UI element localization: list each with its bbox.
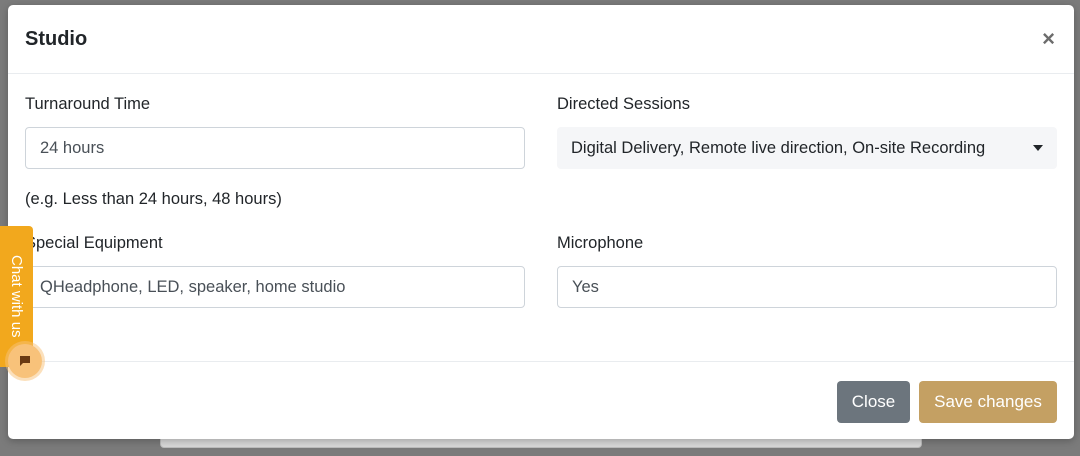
special-equipment-label: Special Equipment xyxy=(25,234,163,252)
special-equipment-input[interactable]: QHeadphone, LED, speaker, home studio xyxy=(25,266,525,308)
modal-body: Turnaround Time 24 hours (e.g. Less than… xyxy=(8,74,1074,361)
save-changes-button[interactable]: Save changes xyxy=(919,381,1057,423)
close-icon[interactable]: × xyxy=(1040,28,1057,50)
turnaround-input[interactable]: 24 hours xyxy=(25,127,525,169)
modal-footer: Close Save changes xyxy=(8,361,1074,439)
turnaround-help-text: (e.g. Less than 24 hours, 48 hours) xyxy=(25,190,282,208)
studio-modal: Studio × Turnaround Time 24 hours (e.g. … xyxy=(8,5,1074,439)
directed-sessions-select[interactable]: Digital Delivery, Remote live direction,… xyxy=(557,127,1057,169)
modal-header: Studio × xyxy=(8,5,1074,74)
modal-title: Studio xyxy=(25,27,88,50)
chat-bubble-icon[interactable] xyxy=(8,344,42,378)
chat-icon-glyph xyxy=(20,356,30,366)
turnaround-label: Turnaround Time xyxy=(25,95,151,113)
special-equipment-value: QHeadphone, LED, speaker, home studio xyxy=(40,277,346,296)
directed-sessions-value: Digital Delivery, Remote live direction,… xyxy=(571,138,986,157)
microphone-value: Yes xyxy=(572,277,599,296)
microphone-input[interactable]: Yes xyxy=(557,266,1057,308)
chevron-down-icon xyxy=(1033,145,1043,151)
close-button[interactable]: Close xyxy=(837,381,910,423)
microphone-label: Microphone xyxy=(557,234,644,252)
directed-sessions-label: Directed Sessions xyxy=(557,95,690,113)
chat-tab-label: Chat with us xyxy=(8,255,25,338)
turnaround-value: 24 hours xyxy=(40,138,105,157)
